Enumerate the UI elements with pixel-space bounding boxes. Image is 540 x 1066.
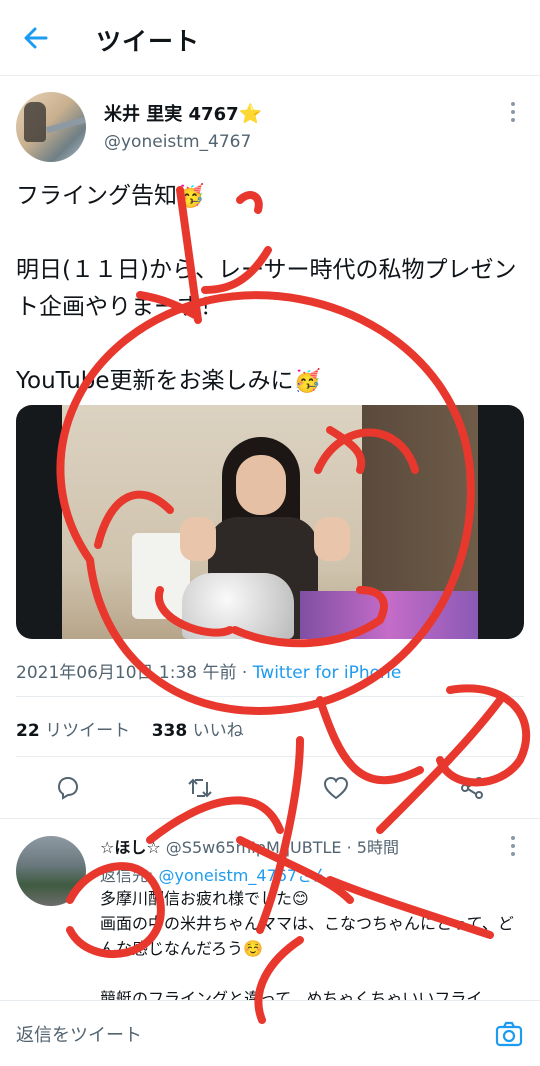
reply-composer: 返信をツイート bbox=[0, 1000, 540, 1066]
tweet-text-line3: YouTube更新をお楽しみに bbox=[16, 368, 294, 394]
meta-separator: · bbox=[236, 663, 253, 683]
replying-prefix: 返信先: bbox=[100, 866, 159, 885]
retweets-label: リツイート bbox=[45, 721, 131, 741]
replying-to: 返信先: @yoneistm_4767さん bbox=[100, 862, 329, 886]
reply-separator: · bbox=[346, 838, 352, 857]
party-emoji: 🥳 bbox=[293, 369, 321, 394]
reply-icon[interactable] bbox=[54, 774, 82, 802]
tweet-text: フライング告知🥳 明日(１１日)から、レーサー時代の私物プレゼント企画やりまーす… bbox=[16, 178, 526, 400]
tweet-actions bbox=[0, 758, 540, 818]
reply-avatar[interactable] bbox=[16, 836, 86, 906]
timestamp-text: 2021年06月10日 1:38 午前 bbox=[16, 663, 237, 683]
retweets-stat[interactable]: 22 リツイート bbox=[16, 721, 130, 741]
reply-author-name[interactable]: ☆ほし☆ bbox=[100, 838, 161, 857]
tweet-timestamp: 2021年06月10日 1:38 午前 · Twitter for iPhone bbox=[16, 658, 401, 683]
divider bbox=[0, 818, 540, 819]
divider bbox=[16, 756, 524, 757]
tweet-stats: 22 リツイート 338 いいね bbox=[16, 716, 244, 741]
back-button[interactable] bbox=[18, 20, 54, 56]
arrow-left-icon bbox=[24, 27, 48, 49]
replying-to-mention[interactable]: @yoneistm_4767さん bbox=[158, 866, 329, 885]
likes-label: いいね bbox=[192, 721, 244, 741]
star-icon: ⭐ bbox=[238, 103, 263, 125]
author-name-text: 米井 里実 4767 bbox=[104, 104, 239, 125]
more-options-icon[interactable] bbox=[506, 836, 520, 860]
client-link[interactable]: Twitter for iPhone bbox=[253, 663, 402, 683]
tweet-text-line1: フライング告知 bbox=[16, 183, 177, 209]
share-icon[interactable] bbox=[458, 774, 486, 802]
likes-stat[interactable]: 338 いいね bbox=[152, 721, 244, 741]
tweet-text-line2: 明日(１１日)から、レーサー時代の私物プレゼント企画やりまーす！ bbox=[16, 257, 517, 320]
reply-author-line: ☆ほし☆ @S5w65mIpMqUBTLE · 5時間 bbox=[100, 834, 399, 858]
divider bbox=[16, 696, 524, 697]
reply-time: 5時間 bbox=[356, 838, 399, 857]
more-options-icon[interactable] bbox=[506, 102, 520, 126]
reply-author-handle[interactable]: @S5w65mIpMqUBTLE bbox=[166, 838, 342, 857]
reply-tweet[interactable]: ☆ほし☆ @S5w65mIpMqUBTLE · 5時間 返信先: @yoneis… bbox=[0, 820, 540, 1000]
camera-icon[interactable] bbox=[494, 1019, 524, 1049]
page-title: ツイート bbox=[96, 27, 201, 56]
tweet-header: 米井 里実 4767⭐ @yoneistm_4767 bbox=[0, 76, 540, 176]
likes-count: 338 bbox=[151, 721, 188, 741]
tweet-media-video[interactable] bbox=[16, 405, 524, 639]
avatar[interactable] bbox=[16, 92, 86, 162]
retweets-count: 22 bbox=[16, 721, 40, 741]
party-emoji: 🥳 bbox=[177, 184, 205, 209]
top-bar: ツイート bbox=[0, 0, 540, 76]
retweet-icon[interactable] bbox=[186, 774, 214, 802]
author-name[interactable]: 米井 里実 4767⭐ bbox=[104, 100, 262, 126]
video-frame bbox=[62, 405, 478, 639]
like-icon[interactable] bbox=[322, 774, 350, 802]
reply-input[interactable]: 返信をツイート bbox=[16, 1021, 142, 1047]
reply-text: 多摩川配信お疲れ様でした😊 画面の中の米井ちゃんママは、こなつちゃんにとって、ど… bbox=[100, 889, 514, 1000]
author-handle[interactable]: @yoneistm_4767 bbox=[104, 132, 251, 152]
